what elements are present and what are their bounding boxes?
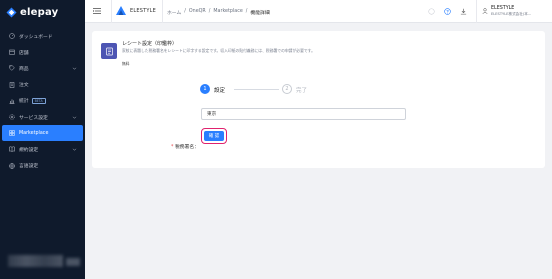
- confirm-highlight: 確 認: [201, 128, 227, 144]
- sidebar-item-7[interactable]: 規約設定: [0, 141, 85, 157]
- beta-badge: BETA: [31, 97, 46, 104]
- progress-steps: 1 設定 2 完了: [200, 82, 320, 96]
- brand-name: ELESTYLE: [130, 7, 156, 14]
- feature-title: レシート設定（印鑑枠）: [122, 41, 178, 47]
- step-1-label: 設定: [214, 88, 226, 94]
- sidebar-nav: ダッシュボード 店舗商品注文統計 BETA サービス設定 Marketplace 規約設定…: [0, 28, 85, 174]
- receipt-icon: [105, 47, 113, 55]
- required-mark: *: [171, 145, 174, 150]
- sidebar-item-label: Marketplace: [19, 130, 49, 136]
- breadcrumb-separator: /: [245, 8, 248, 14]
- sidebar-item-label: 規約設定: [19, 147, 39, 153]
- sidebar-account-avatar[interactable]: [66, 258, 80, 266]
- header-divider: [475, 0, 476, 23]
- feature-price: 無料: [122, 61, 130, 66]
- breadcrumb-marketplace[interactable]: Marketplace: [213, 9, 242, 16]
- step-1-indicator: 1: [200, 84, 210, 94]
- breadcrumb-separator: /: [208, 8, 211, 14]
- help-icon[interactable]: [443, 8, 451, 15]
- sidebar-item-label: ダッシュボード: [19, 34, 53, 40]
- grid-icon: [9, 130, 15, 136]
- app-name: elepay: [20, 6, 59, 18]
- menu-toggle-icon[interactable]: [93, 7, 101, 15]
- sidebar-item-0[interactable]: ダッシュボード: [0, 28, 85, 44]
- chevron-down-icon: [72, 67, 77, 71]
- sidebar-item-1[interactable]: 店舗: [0, 44, 85, 60]
- tax-office-label-text: 税務署名：: [174, 145, 199, 150]
- breadcrumb-separator: /: [184, 8, 186, 14]
- sidebar-item-4[interactable]: 統計 BETA: [0, 93, 85, 109]
- sidebar-item-3[interactable]: 注文: [0, 77, 85, 93]
- brand-switcher[interactable]: ELESTYLE: [116, 6, 156, 15]
- user-name: ELESTYLE: [491, 6, 515, 11]
- globe-icon: [9, 162, 15, 169]
- top-header: ELESTYLE ホーム / OneQR / Marketplace / 機能詳…: [85, 0, 552, 23]
- sidebar-item-label: 統計: [19, 99, 29, 105]
- notification-icon[interactable]: [427, 8, 435, 15]
- user-organization: ELESTYLE株式会社(本...: [491, 12, 532, 16]
- breadcrumb-current: 機能詳細: [250, 10, 270, 16]
- breadcrumb-home[interactable]: ホーム: [167, 9, 181, 16]
- chart-icon: [9, 98, 15, 104]
- confirm-button[interactable]: 確 認: [204, 131, 224, 141]
- download-icon[interactable]: [460, 8, 467, 15]
- header-divider: [162, 0, 163, 23]
- sidebar-account-info[interactable]: [8, 255, 63, 267]
- tag-icon: [9, 65, 15, 72]
- settings-icon: [9, 114, 15, 120]
- store-icon: [9, 49, 15, 55]
- chevron-down-icon: [72, 148, 77, 151]
- book-icon: [9, 146, 15, 153]
- sidebar-item-label: 店舗: [19, 50, 29, 56]
- step-2-indicator: 2: [282, 84, 292, 94]
- sidebar-item-5[interactable]: サービス設定: [0, 109, 85, 125]
- tax-office-input[interactable]: 東京: [201, 108, 406, 120]
- sidebar-item-6[interactable]: Marketplace: [2, 125, 83, 142]
- sidebar-item-8[interactable]: 言語設定: [0, 158, 85, 174]
- feature-detail-card: レシート設定（印鑑枠） 家紋に表題した税務署名をレシートに印字する設定です。収入…: [92, 31, 545, 168]
- chevron-down-icon: [72, 116, 77, 119]
- dashboard-icon: [9, 33, 15, 39]
- step-2-label: 完了: [296, 88, 308, 94]
- feature-description: 家紋に表題した税務署名をレシートに印字する設定です。収入印紙の貼付義務には、税務…: [122, 48, 315, 53]
- user-menu[interactable]: ELESTYLE ELESTYLE株式会社(本...: [482, 6, 552, 17]
- logo-mark-icon: [6, 6, 17, 18]
- breadcrumb-oneqr[interactable]: OneQR: [189, 9, 206, 16]
- step-connector: [234, 89, 279, 90]
- brand-logo-icon: [116, 6, 126, 15]
- receipt-icon: [9, 81, 15, 88]
- user-icon: [482, 8, 488, 14]
- breadcrumb: ホーム / OneQR / Marketplace / 機能詳細: [167, 9, 270, 16]
- sidebar-item-2[interactable]: 商品: [0, 60, 85, 76]
- tax-office-label: * 税務署名：: [171, 143, 199, 150]
- header-actions: ELESTYLE ELESTYLE株式会社(本...: [427, 0, 552, 23]
- header-divider: [111, 0, 112, 23]
- sidebar-item-label: 言語設定: [19, 164, 39, 170]
- sidebar-item-label: 商品: [19, 66, 29, 72]
- sidebar-item-label: サービス設定: [19, 115, 48, 121]
- sidebar-item-label: 注文: [19, 83, 29, 89]
- feature-icon-badge: [101, 43, 117, 59]
- sidebar: elepay ダッシュボード 店舗商品注文統計 BETA サービス設定 Marketpl…: [0, 0, 85, 279]
- app-logo[interactable]: elepay: [6, 5, 58, 19]
